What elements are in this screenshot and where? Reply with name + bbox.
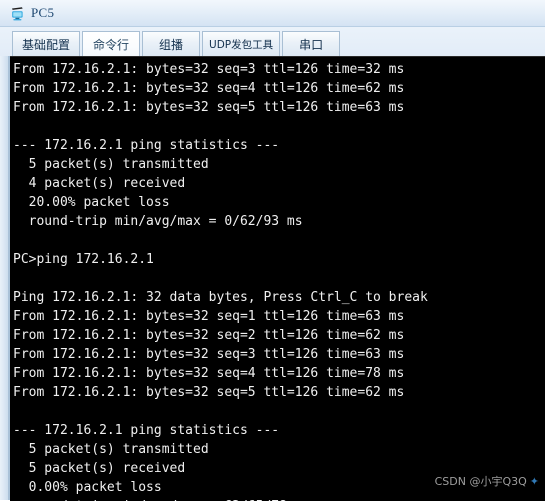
terminal-line: round-trip min/avg/max = 0/62/93 ms xyxy=(13,214,303,229)
window-left-frame xyxy=(0,56,10,500)
terminal-line: 5 packet(s) transmitted xyxy=(13,442,209,457)
pc5-terminal-window: PC5 基础配置 命令行 组播 UDP发包工具 串口 From 172.16.2… xyxy=(0,0,545,501)
tab-serial-port[interactable]: 串口 xyxy=(282,31,341,56)
terminal-line: round-trip min/avg/max = 62/65/78 ms xyxy=(13,497,545,501)
terminal-line: From 172.16.2.1: bytes=32 seq=3 ttl=126 … xyxy=(13,62,405,77)
tab-command-line[interactable]: 命令行 xyxy=(82,31,141,56)
window-titlebar: PC5 xyxy=(0,0,545,27)
terminal-line: Ping 172.16.2.1: 32 data bytes, Press Ct… xyxy=(13,290,428,305)
terminal-line: From 172.16.2.1: bytes=32 seq=4 ttl=126 … xyxy=(13,81,405,96)
tab-strip: 基础配置 命令行 组播 UDP发包工具 串口 xyxy=(0,27,545,56)
terminal-line: --- 172.16.2.1 ping statistics --- xyxy=(13,423,280,438)
terminal-line: 20.00% packet loss xyxy=(13,195,170,210)
terminal-line: From 172.16.2.1: bytes=32 seq=2 ttl=126 … xyxy=(13,328,405,343)
tab-basic-config[interactable]: 基础配置 xyxy=(12,31,81,56)
terminal-line: From 172.16.2.1: bytes=32 seq=4 ttl=126 … xyxy=(13,366,405,381)
terminal-line: From 172.16.2.1: bytes=32 seq=5 ttl=126 … xyxy=(13,100,405,115)
command-line-terminal[interactable]: From 172.16.2.1: bytes=32 seq=3 ttl=126 … xyxy=(10,56,545,501)
terminal-line: 0.00% packet loss xyxy=(13,480,162,495)
terminal-line: From 172.16.2.1: bytes=32 seq=1 ttl=126 … xyxy=(13,309,405,324)
terminal-output: From 172.16.2.1: bytes=32 seq=3 ttl=126 … xyxy=(10,57,545,501)
terminal-line: 4 packet(s) received xyxy=(13,176,186,191)
tab-udp-packet-tool[interactable]: UDP发包工具 xyxy=(202,31,281,56)
terminal-line: 5 packet(s) received xyxy=(13,461,186,476)
terminal-line: 5 packet(s) transmitted xyxy=(13,157,209,172)
tab-multicast[interactable]: 组播 xyxy=(142,31,201,56)
terminal-line: --- 172.16.2.1 ping statistics --- xyxy=(13,138,280,153)
pc-device-icon xyxy=(9,5,26,22)
terminal-line: PC>ping 172.16.2.1 xyxy=(13,252,154,267)
window-title: PC5 xyxy=(31,5,55,20)
terminal-line: From 172.16.2.1: bytes=32 seq=5 ttl=126 … xyxy=(13,385,405,400)
terminal-line: From 172.16.2.1: bytes=32 seq=3 ttl=126 … xyxy=(13,347,405,362)
